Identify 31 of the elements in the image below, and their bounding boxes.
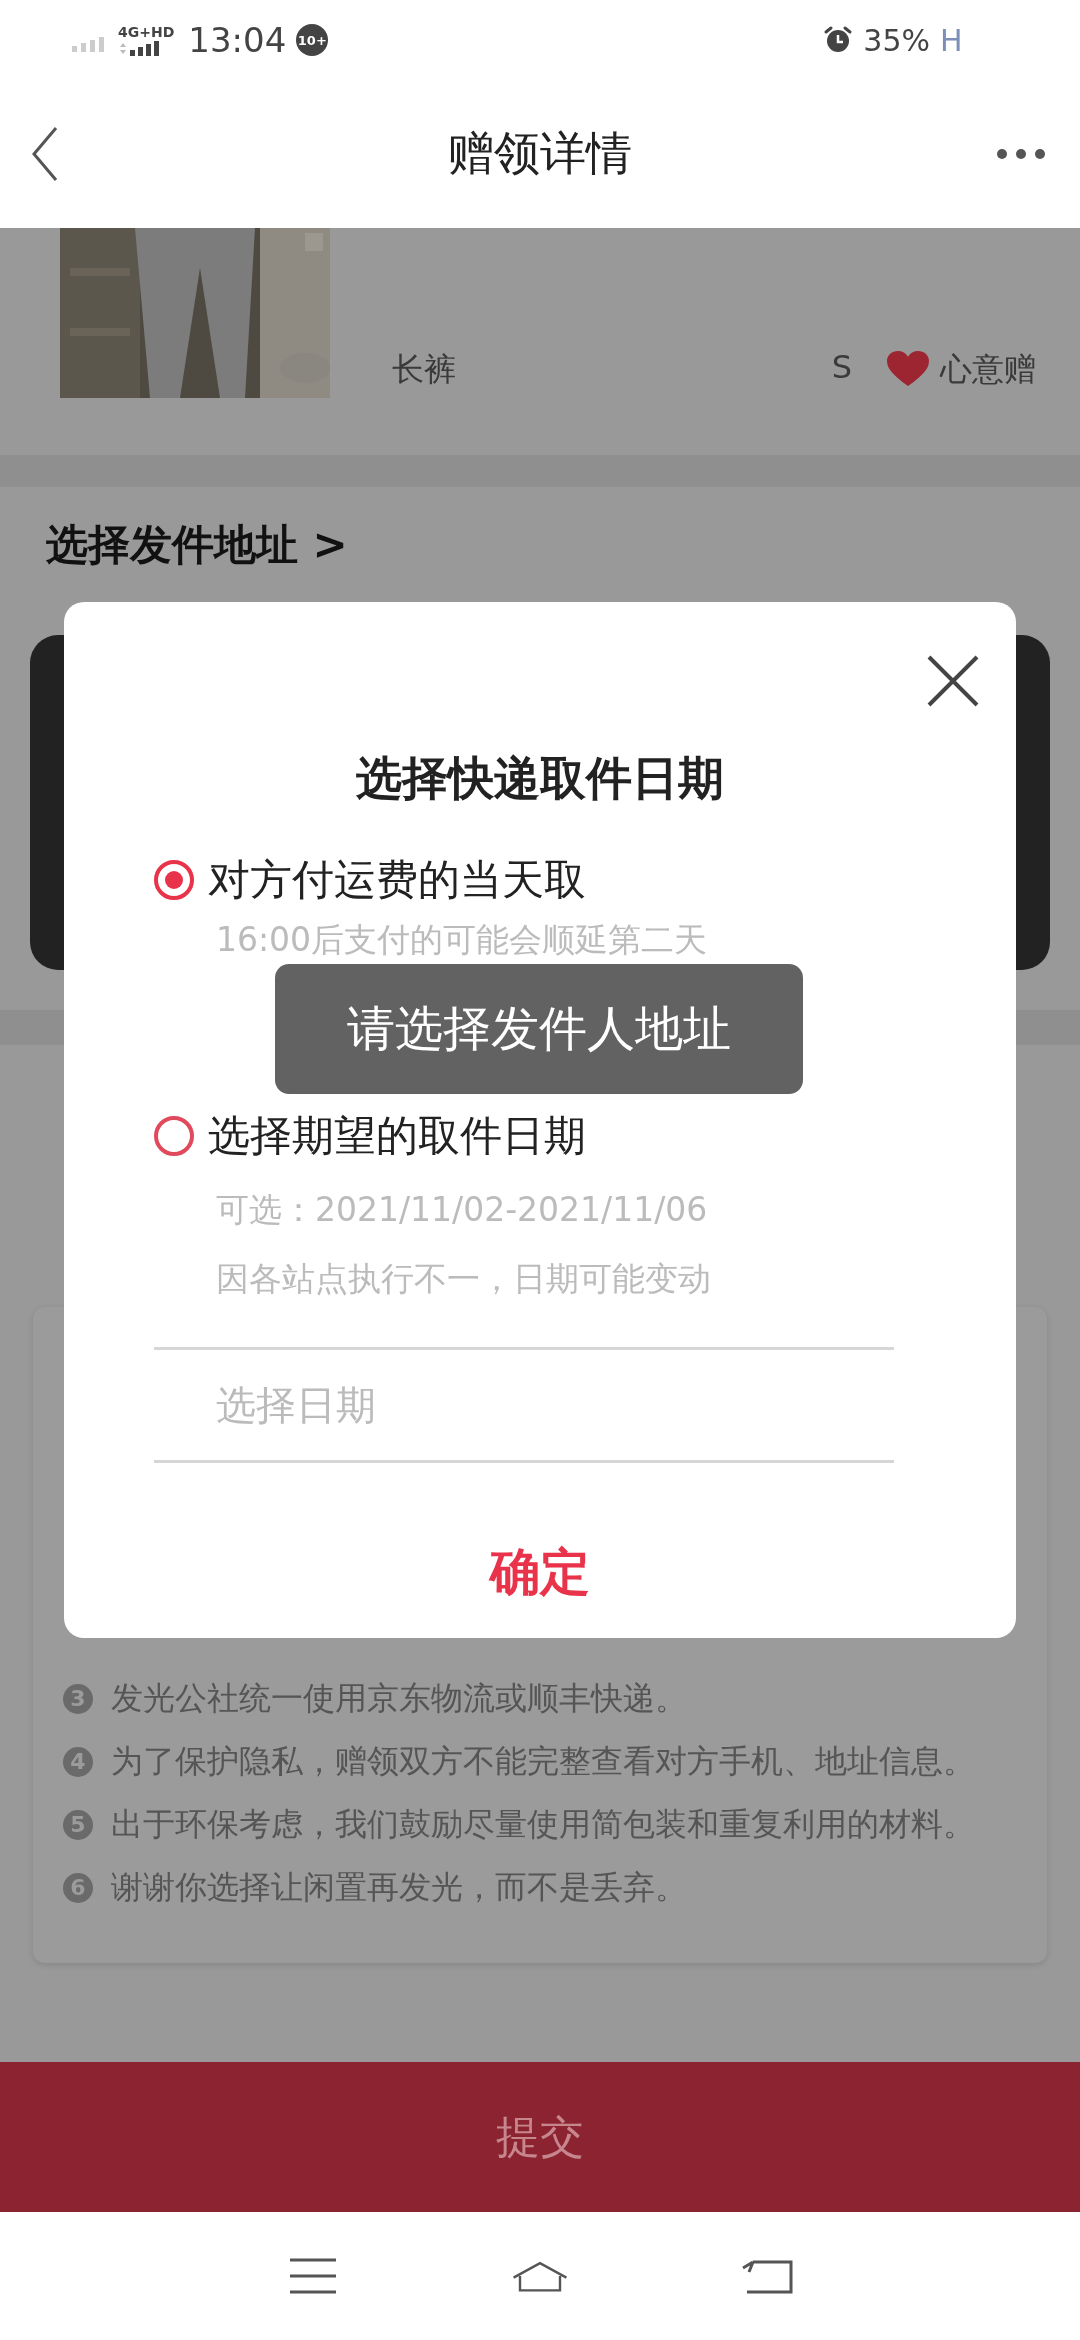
page-title: 赠领详情 [448, 125, 632, 182]
more-icon[interactable] [996, 148, 1046, 160]
note-text: 出于环保考虑，我们鼓励尽量使用简包装和重复利用的材料。 [111, 1803, 975, 1845]
confirm-button[interactable]: 确定 [490, 1539, 590, 1606]
date-field[interactable]: 选择日期 [154, 1347, 894, 1463]
option-label[interactable]: 对方付运费的当天取 [208, 852, 586, 908]
option-hint: 可选：2021/11/02-2021/11/06 [216, 1189, 709, 1231]
clock-time: 13:04 [188, 20, 287, 60]
signal-icon [118, 40, 162, 56]
item-name: 长裤 [392, 349, 456, 390]
item-size: S [831, 348, 852, 386]
radio-button[interactable] [154, 860, 194, 900]
address-link[interactable]: 选择发件地址 > [46, 517, 348, 573]
note-text: 谢谢你选择让闲置再发光，而不是丢弃。 [111, 1866, 687, 1908]
radio-button[interactable] [154, 1116, 194, 1156]
status-text: H [940, 22, 964, 58]
back-icon[interactable] [30, 126, 60, 182]
network-type: 4G+HD [118, 24, 175, 40]
dialog-title: 选择快递取件日期 [356, 750, 724, 807]
option-label[interactable]: 选择期望的取件日期 [208, 1108, 586, 1164]
close-icon[interactable] [926, 654, 980, 708]
gift-type: 心意赠 [940, 349, 1036, 390]
note-text: 为了保护隐私，赠领双方不能完整查看对方手机、地址信息。 [111, 1740, 975, 1782]
option-hint: 16:00后支付的可能会顺延第二天 [216, 919, 709, 961]
note-text: 发光公社统一使用京东物流或顺丰快递。 [111, 1677, 687, 1719]
alarm-icon [823, 25, 854, 55]
message-toast: 请选择发件人地址 [275, 964, 803, 1094]
option-hint: 因各站点执行不一，日期可能变动 [216, 1258, 712, 1300]
battery-level: 35% [863, 22, 930, 58]
notification-badge: 10+ [296, 24, 329, 56]
heart-icon [886, 350, 930, 388]
